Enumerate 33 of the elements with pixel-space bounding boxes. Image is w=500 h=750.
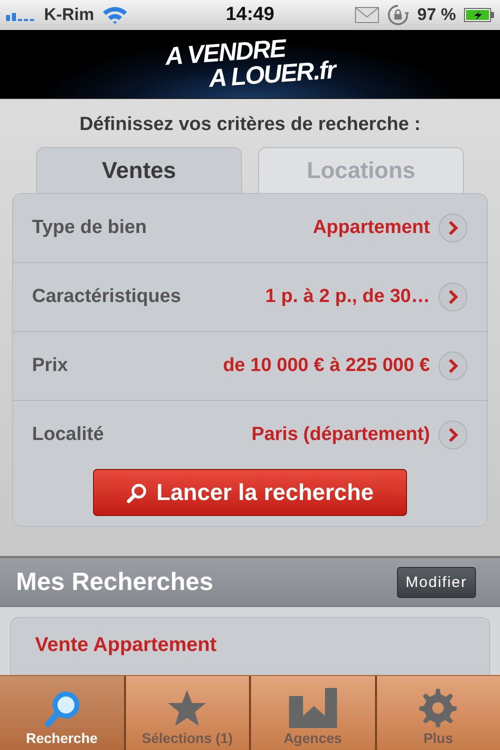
- row-label: Caractéristiques: [32, 286, 181, 308]
- row-value: de 10 000 € à 225 000 €: [222, 355, 430, 377]
- section-title: Mes Recherches: [16, 568, 214, 596]
- battery-icon: [464, 8, 494, 22]
- row-value: Paris (département): [250, 424, 430, 446]
- tab-bar-item[interactable]: Recherche: [0, 676, 126, 750]
- chevron-icon: [438, 282, 468, 312]
- carrier-name: K-Rim: [44, 5, 94, 25]
- criteria-row[interactable]: Localité Paris (département): [13, 401, 487, 469]
- criteria-row[interactable]: Type de bien Appartement: [13, 194, 487, 263]
- row-label: Localité: [32, 424, 104, 446]
- edit-button[interactable]: Modifier: [396, 566, 476, 598]
- rotation-lock-icon: [387, 4, 410, 26]
- battery-percent: 97 %: [417, 5, 456, 25]
- mail-icon: [355, 7, 380, 23]
- star-icon: [167, 688, 208, 728]
- clock-time: 14:49: [226, 4, 274, 26]
- criteria-row[interactable]: Prix de 10 000 € à 225 000 €: [13, 332, 487, 401]
- saved-search-title[interactable]: Vente Appartement: [35, 634, 465, 657]
- row-label: Prix: [32, 355, 68, 377]
- section-heading: Définissez vos critères de recherche :: [78, 113, 422, 137]
- criteria-row[interactable]: Caractéristiques 1 p. à 2 p., de 30…: [13, 263, 487, 332]
- search-button[interactable]: Lancer la recherche: [93, 469, 407, 516]
- gear-icon: [418, 688, 458, 728]
- chevron-icon: [438, 420, 468, 450]
- chevron-icon: [438, 351, 468, 381]
- chevron-icon: [438, 213, 468, 243]
- row-label: Type de bien: [32, 217, 147, 239]
- wifi-icon: [102, 5, 128, 25]
- row-value: Appartement: [312, 217, 430, 239]
- tab[interactable]: Ventes: [36, 147, 242, 193]
- search-icon: [126, 482, 148, 504]
- row-value: 1 p. à 2 p., de 30…: [264, 286, 430, 308]
